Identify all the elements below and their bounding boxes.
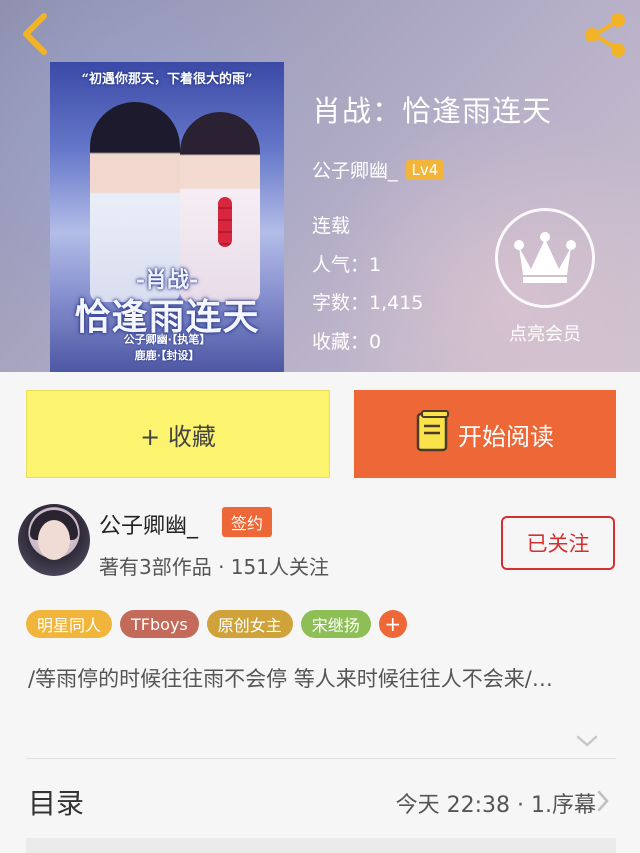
- level-badge: Lv4: [405, 159, 445, 180]
- more-tags-button[interactable]: +: [378, 610, 407, 638]
- share-icon[interactable]: [580, 10, 630, 60]
- signed-badge: 签约: [222, 507, 273, 537]
- vip-member-label: 点亮会员: [509, 324, 581, 345]
- tag-item[interactable]: 原创女主: [206, 610, 293, 638]
- chevron-right-icon[interactable]: [596, 790, 610, 812]
- book-description[interactable]: /等雨停的时候往往雨不会停 等人来时候往往人不会来/…: [28, 664, 618, 695]
- favorite-button[interactable]: + 收藏: [26, 390, 330, 478]
- tag-item[interactable]: TFboys: [120, 610, 199, 638]
- author-meta: 著有3部作品 · 151人关注: [99, 555, 329, 579]
- book-title: 肖战：恰逢雨连天: [312, 94, 553, 128]
- crown-icon: [495, 208, 595, 308]
- book-author[interactable]: 公子卿幽_: [312, 156, 398, 183]
- author-row: 公子卿幽_ Lv4: [312, 156, 552, 183]
- start-reading-label: 开始阅读: [458, 422, 554, 451]
- start-reading-button[interactable]: 开始阅读: [354, 390, 616, 478]
- book-hero: “初遇你那天，下着很大的雨” -肖战- 恰逢雨连天 公子卿幽·【执笔】 鹿鹿·【…: [0, 0, 640, 372]
- vip-member-button[interactable]: 点亮会员: [493, 208, 597, 346]
- follow-button[interactable]: 已关注: [501, 516, 615, 570]
- chevron-down-icon[interactable]: [576, 733, 598, 747]
- back-icon[interactable]: [16, 12, 56, 56]
- cover-tagline: “初遇你那天，下着很大的雨”: [81, 72, 253, 87]
- book-icon: [416, 410, 450, 458]
- tag-item[interactable]: 宋继扬: [300, 610, 371, 638]
- book-cover[interactable]: “初遇你那天，下着很大的雨” -肖战- 恰逢雨连天 公子卿幽·【执笔】 鹿鹿·【…: [50, 62, 284, 372]
- cover-credit-writer: 公子卿幽·【执笔】: [123, 333, 211, 346]
- cover-candied-haws: [218, 197, 232, 247]
- favorite-button-label: + 收藏: [140, 422, 216, 451]
- next-section-strip: [26, 838, 616, 853]
- toc-latest-chapter[interactable]: 今天 22:38 · 1.序幕: [396, 787, 596, 819]
- author-name[interactable]: 公子卿幽_: [99, 508, 198, 540]
- cover-credits: 公子卿幽·【执笔】 鹿鹿·【封设】: [50, 332, 284, 364]
- follow-button-label: 已关注: [526, 532, 590, 556]
- tag-list: 明星同人 TFboys 原创女主 宋继扬 +: [26, 610, 407, 638]
- toc-title[interactable]: 目录: [28, 782, 84, 822]
- cover-credit-designer: 鹿鹿·【封设】: [134, 349, 200, 362]
- avatar-face: [38, 520, 70, 560]
- divider: [26, 758, 616, 759]
- author-avatar[interactable]: [18, 504, 90, 576]
- tag-item[interactable]: 明星同人: [26, 610, 113, 638]
